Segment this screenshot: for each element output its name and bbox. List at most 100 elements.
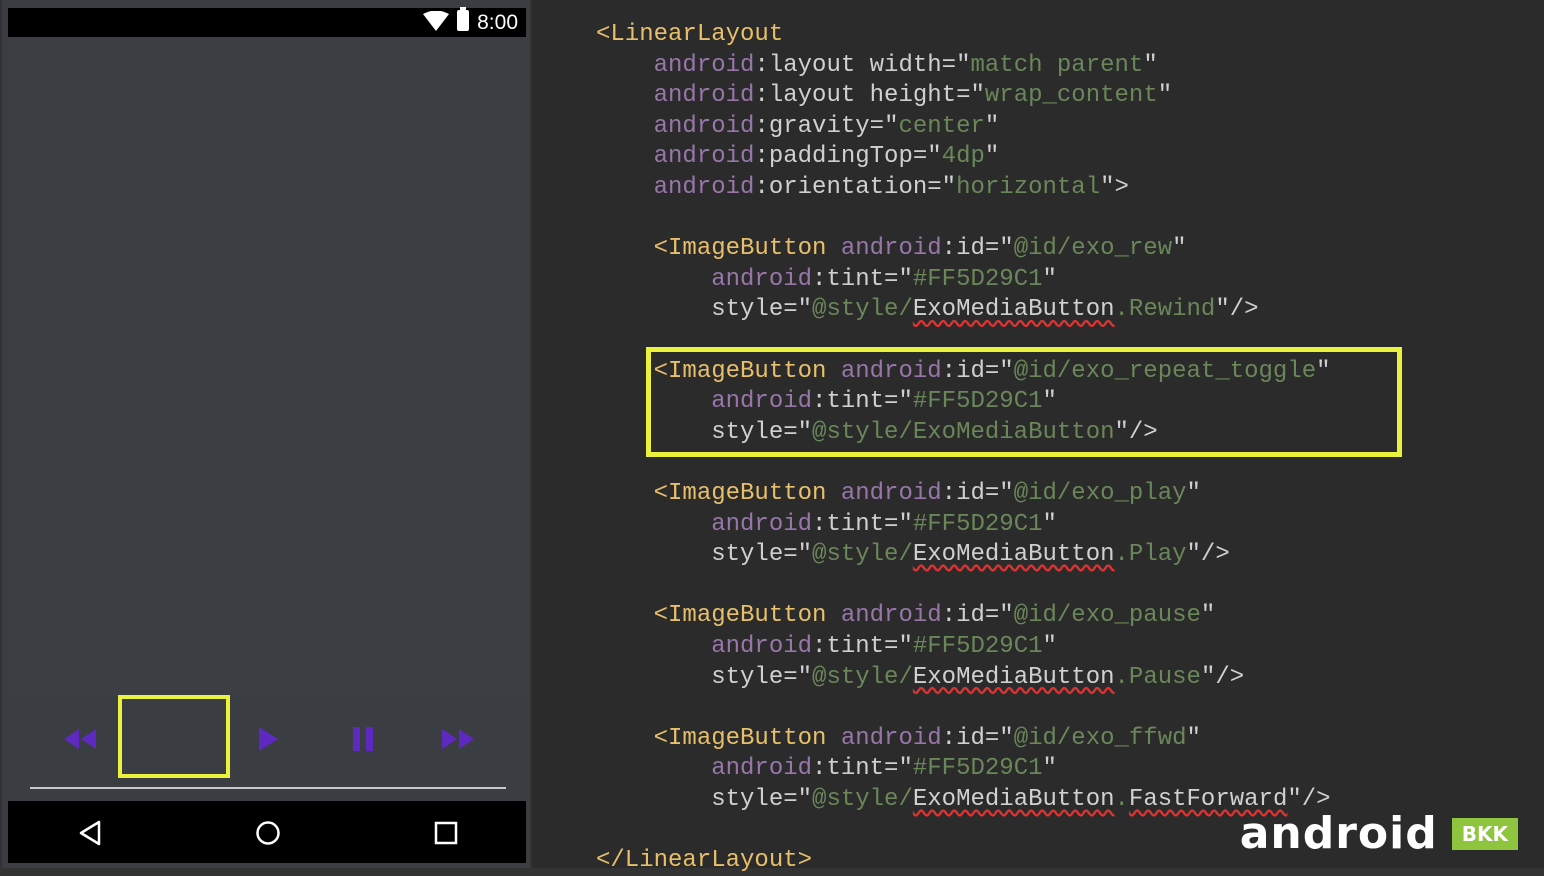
code-token: #FF5D29C1 bbox=[912, 265, 1043, 293]
code-token: " bbox=[941, 174, 957, 201]
code-line: android:tint="#FF5D29C1" bbox=[596, 754, 1057, 784]
code-token: " bbox=[1172, 235, 1187, 263]
code-token: ExoMediaButton bbox=[912, 541, 1115, 569]
code-token: android bbox=[840, 724, 942, 752]
code-token: " bbox=[1200, 602, 1216, 630]
code-token: " bbox=[1186, 724, 1201, 752]
battery-icon bbox=[457, 7, 469, 31]
code-line: style="@style/ExoMediaButton.Rewind"/> bbox=[596, 295, 1259, 325]
code-token: " bbox=[1186, 480, 1201, 507]
code-line: android:layout width="match parent" bbox=[596, 51, 1158, 81]
code-token: <ImageButton bbox=[596, 602, 841, 630]
code-highlight-box bbox=[646, 347, 1402, 457]
code-editor[interactable]: <LinearLayout android:layout width="matc… bbox=[532, 0, 1544, 874]
code-token: android bbox=[596, 755, 813, 783]
code-token: " bbox=[797, 663, 813, 691]
code-token: @style/ bbox=[812, 296, 913, 324]
code-token: " bbox=[884, 112, 899, 140]
code-token: :gravity= bbox=[754, 112, 885, 140]
code-line: <ImageButton android:id="@id/exo_ffwd" bbox=[596, 724, 1201, 754]
code-token: style= bbox=[596, 296, 798, 324]
status-bar: 8:00 bbox=[8, 7, 526, 37]
code-token: android bbox=[596, 633, 813, 660]
code-token: " bbox=[927, 143, 942, 171]
code-token: "/> bbox=[1215, 296, 1259, 324]
code-line: android:layout height="wrap_content" bbox=[596, 81, 1173, 111]
code-token: " bbox=[984, 143, 1000, 171]
logo-badge: BKK bbox=[1451, 817, 1518, 850]
code-line: android:paddingTop="4dp" bbox=[596, 142, 1000, 172]
code-token: <ImageButton bbox=[596, 724, 841, 752]
code-token: " bbox=[1157, 82, 1173, 110]
code-token: android bbox=[596, 112, 755, 140]
navigation-bar bbox=[8, 801, 526, 863]
repeat-toggle-button[interactable] bbox=[118, 695, 230, 778]
code-token: .Rewind bbox=[1114, 296, 1216, 324]
code-line: <ImageButton android:id="@id/exo_rew" bbox=[596, 234, 1187, 264]
code-token: .Pause bbox=[1114, 663, 1201, 691]
code-token: " bbox=[797, 541, 813, 569]
code-token: .Play bbox=[1114, 541, 1187, 569]
code-token: " bbox=[797, 296, 813, 324]
home-button[interactable] bbox=[252, 817, 284, 849]
code-line: android:orientation="horizontal"> bbox=[596, 173, 1129, 203]
code-token: :id= bbox=[941, 235, 1000, 263]
code-token: " bbox=[1042, 265, 1057, 293]
code-token: style= bbox=[596, 663, 798, 691]
code-token: @id/exo_play bbox=[1013, 480, 1187, 507]
code-token: android bbox=[840, 235, 942, 263]
code-token: @id/exo_pause bbox=[1013, 602, 1201, 630]
status-time: 8:00 bbox=[477, 11, 518, 34]
back-button[interactable] bbox=[74, 817, 106, 849]
code-token: :id= bbox=[941, 724, 1000, 752]
code-token: :layout height= bbox=[754, 82, 971, 110]
code-token: " bbox=[898, 510, 913, 538]
code-token: ExoMediaButton bbox=[912, 663, 1115, 691]
video-surface[interactable] bbox=[8, 37, 526, 697]
code-token: " bbox=[898, 633, 913, 660]
rewind-button[interactable] bbox=[60, 719, 100, 759]
code-line: </LinearLayout> bbox=[596, 846, 812, 876]
code-token: " bbox=[984, 112, 1000, 140]
code-token: #FF5D29C1 bbox=[912, 755, 1043, 783]
code-token: #FF5D29C1 bbox=[912, 633, 1043, 660]
code-token: " bbox=[1042, 755, 1057, 783]
code-token: android bbox=[596, 51, 755, 79]
code-token: " bbox=[970, 82, 985, 110]
code-token: " bbox=[999, 235, 1014, 263]
play-button[interactable] bbox=[248, 719, 288, 759]
code-line: style="@style/ExoMediaButton.FastForward… bbox=[596, 785, 1330, 815]
code-token: @style/ bbox=[812, 541, 913, 569]
code-line: android:tint="#FF5D29C1" bbox=[596, 265, 1057, 295]
code-token: " bbox=[999, 724, 1014, 752]
pause-button[interactable] bbox=[343, 719, 383, 759]
code-line: <LinearLayout bbox=[596, 20, 783, 50]
code-token: android bbox=[840, 602, 942, 630]
code-token: android bbox=[596, 510, 813, 538]
code-token: center bbox=[898, 112, 985, 140]
home-icon bbox=[256, 821, 280, 845]
code-token: horizontal bbox=[956, 174, 1101, 201]
code-token: style= bbox=[596, 786, 798, 813]
progress-bar[interactable] bbox=[30, 787, 506, 789]
code-token: <ImageButton bbox=[596, 480, 841, 507]
code-token: 4dp bbox=[941, 143, 985, 171]
code-token: :tint= bbox=[812, 633, 899, 660]
code-token: . bbox=[1114, 786, 1129, 813]
playback-controls bbox=[8, 695, 526, 801]
code-line: android:tint="#FF5D29C1" bbox=[596, 632, 1057, 662]
code-token: " bbox=[1042, 510, 1057, 538]
code-token: :layout width= bbox=[754, 51, 957, 79]
code-line: android:gravity="center" bbox=[596, 112, 1000, 142]
code-token: <LinearLayout bbox=[596, 21, 784, 48]
code-token: :tint= bbox=[812, 755, 899, 783]
code-token: :tint= bbox=[812, 265, 899, 293]
code-token: " bbox=[898, 755, 913, 783]
code-token: </LinearLayout> bbox=[596, 847, 813, 875]
code-token: @id/exo_ffwd bbox=[1013, 724, 1187, 752]
code-token: " bbox=[956, 51, 971, 79]
code-token: android bbox=[596, 174, 755, 201]
recents-button[interactable] bbox=[430, 817, 462, 849]
fast-forward-button[interactable] bbox=[438, 719, 478, 759]
code-token: " bbox=[898, 265, 913, 293]
